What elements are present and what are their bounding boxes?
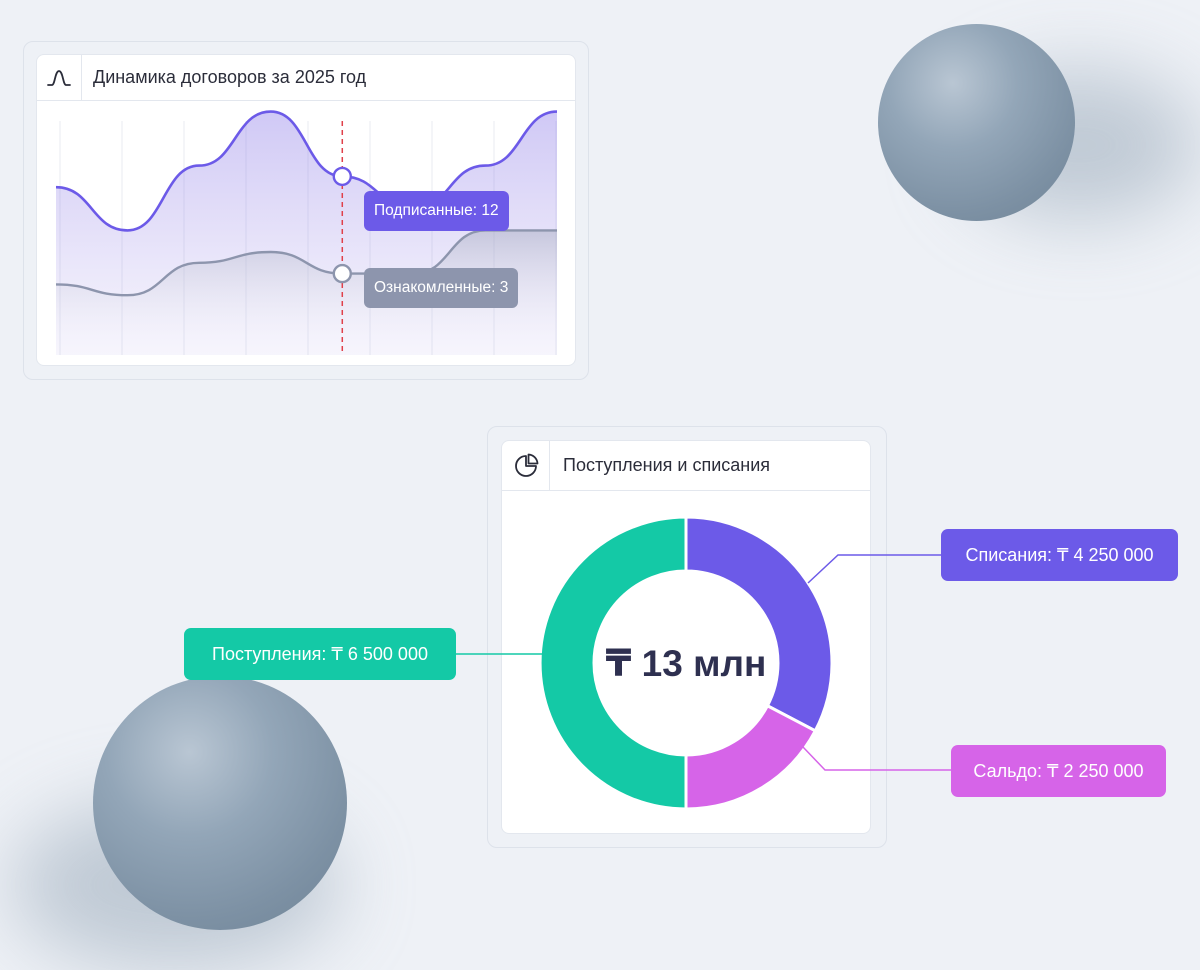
writeoffs-connector <box>807 554 942 584</box>
writeoffs-slice <box>684 515 834 733</box>
cashflow-donut-chart <box>456 515 952 811</box>
balance-slice <box>684 703 818 811</box>
balance-connector <box>802 746 952 771</box>
balance-callout: Сальдо: ₸ 2 250 000 <box>951 745 1166 797</box>
donut-center-label: ₸ 13 млн <box>605 643 767 684</box>
income-callout: Поступления: ₸ 6 500 000 <box>184 628 456 680</box>
writeoffs-callout: Списания: ₸ 4 250 000 <box>941 529 1178 581</box>
